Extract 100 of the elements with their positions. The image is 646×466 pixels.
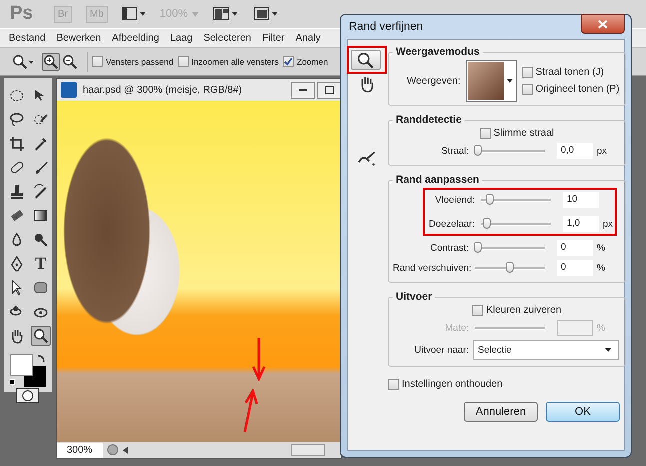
document-icon [61,82,77,98]
option-label: Zoomen [297,56,328,66]
menu-item[interactable]: Filter [258,32,291,44]
pen-icon[interactable] [9,256,25,272]
slider-thumb[interactable] [506,262,514,273]
menu-item[interactable]: Bewerken [52,32,108,44]
rounded-rectangle-icon[interactable] [33,280,49,296]
slider-track[interactable] [473,144,547,158]
checkbox-label: Slimme straal [494,128,554,139]
slider-label: Rand verschuiven: [393,262,469,274]
unit-label: % [597,242,606,254]
menu-item[interactable]: Laag [165,32,199,44]
zoom-icon[interactable] [33,328,49,344]
restore-button[interactable] [317,82,341,98]
checkbox[interactable] [283,56,294,67]
checkbox-label: Origineel tonen (P) [536,84,620,95]
type-tool[interactable]: T [35,254,47,274]
checkbox[interactable] [480,128,491,139]
checkbox[interactable] [92,56,103,67]
slider-track[interactable] [479,193,553,207]
zoom-in-icon[interactable] [42,52,60,70]
group-title: Uitvoer [395,291,434,303]
dialog-button[interactable]: OK [546,402,620,422]
photo-placeholder [468,62,504,100]
close-button[interactable] [581,14,625,34]
color-swatches-icon[interactable] [10,354,48,388]
input-field[interactable]: 10 [563,192,599,208]
checkbox[interactable] [522,84,533,95]
close-icon [598,20,608,28]
marquee-icon[interactable] [9,88,25,104]
slider-track[interactable] [479,217,553,231]
checkbox[interactable] [178,56,189,67]
view-extras-icon[interactable] [122,6,146,22]
slider-label: Doezelaar: [428,218,475,230]
zoom-out-icon[interactable] [61,52,79,70]
slider-track[interactable] [473,241,547,255]
unit-label: % [597,262,606,274]
dialog-title: Rand verfijnen [349,21,424,33]
field-label: Weergeven: [407,76,461,86]
slider-thumb[interactable] [483,218,492,229]
stamp-icon[interactable] [9,184,25,200]
group-title: Weergavemodus [395,46,481,58]
input-field[interactable]: 1,0 [563,216,599,232]
zoom-tool-icon[interactable] [12,54,34,70]
caret-icon [506,79,513,83]
menu-item[interactable]: Selecteren [198,32,258,44]
status-icon[interactable] [106,444,119,456]
view-dropdown[interactable] [466,60,517,102]
screen-mode-icon[interactable] [253,6,280,22]
history-brush-icon[interactable] [33,184,49,200]
minimize-icon [299,88,307,92]
dialog-button[interactable]: Annuleren [464,402,538,422]
checkbox[interactable] [522,67,533,78]
slider-thumb[interactable] [486,194,494,205]
menu-item[interactable]: Bestand [4,32,52,44]
slider-thumb[interactable] [474,242,482,253]
checkbox-label: Straal tonen (J) [536,67,604,78]
caret-icon [605,348,612,352]
gradient-icon[interactable] [33,208,49,224]
unit-label: % [597,322,606,334]
app-logo: Ps [10,3,34,25]
checkbox[interactable] [388,379,399,390]
group-title: Rand aanpassen [395,174,480,186]
checkbox-label: Kleuren zuiveren [486,305,562,316]
checkbox[interactable] [472,305,484,316]
menu-item[interactable]: Afbeelding [107,32,166,44]
document-title: haar.psd @ 300% (meisje, RGB/8#) [83,84,242,96]
lasso-icon[interactable] [9,112,25,128]
zoom-field[interactable]: 300% [57,442,103,458]
option-label: Inzoomen alle vensters [192,56,279,66]
slider-label: Mate: [444,322,469,334]
unit-label: px [597,146,608,156]
field-label: Uitvoer naar: [414,344,469,356]
option-label: Vensters passend [106,56,174,66]
output-dropdown[interactable]: Selectie [473,340,619,360]
slider-label: Straal: [440,146,469,156]
quick-mask-icon[interactable] [16,388,40,404]
unit-label: px [603,218,614,230]
crop-icon[interactable] [9,136,25,152]
checkbox-label: Instellingen onthouden [402,379,503,390]
input-field[interactable]: 0,0 [557,143,593,159]
slider-track[interactable] [473,261,547,275]
restore-icon [324,86,334,94]
arrange-documents-icon[interactable] [213,6,240,22]
dodge-icon[interactable] [33,232,49,248]
check-icon [284,57,293,66]
slider-label: Vloeiend: [434,194,475,206]
slider-thumb[interactable] [474,145,482,156]
zoom-icon[interactable] [351,50,381,70]
minimize-button[interactable] [291,82,315,98]
scroll-left-icon[interactable] [122,446,128,454]
scrollbar-thumb[interactable] [291,444,325,456]
input-field[interactable]: 0 [557,260,593,276]
menu-item[interactable]: Analy [290,32,327,44]
brush-icon[interactable] [33,160,49,176]
slider-label: Contrast: [429,242,469,254]
input-field[interactable]: 0 [557,240,593,256]
group-title: Randdetectie [395,114,463,126]
eraser-icon[interactable] [9,208,25,224]
eyedropper-icon[interactable] [33,136,49,152]
